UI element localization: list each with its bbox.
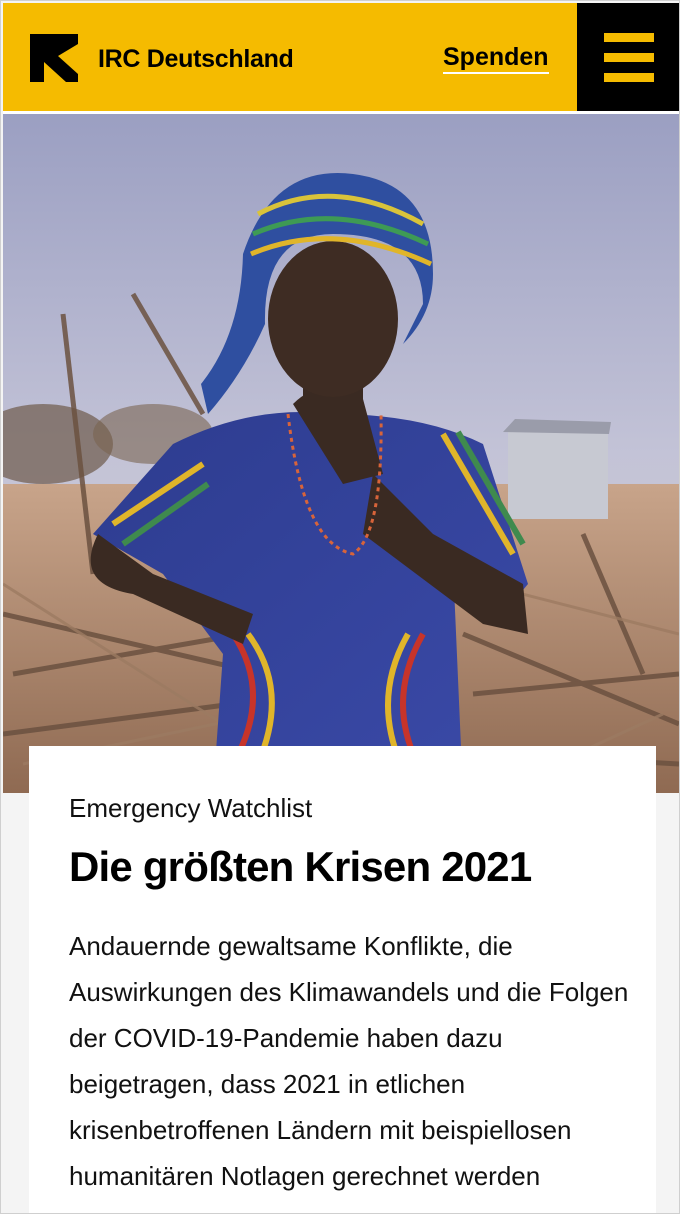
donate-link[interactable]: Spenden: [443, 44, 549, 74]
hero-image: [3, 114, 679, 793]
hero-photo: [3, 114, 679, 793]
menu-bar: [604, 73, 654, 82]
menu-bar: [604, 53, 654, 62]
menu-bar: [604, 33, 654, 42]
article-title[interactable]: Die größten Krisen 2021: [69, 843, 532, 891]
article-teaser: Andauernde gewaltsame Konflikte, die Aus…: [69, 931, 629, 1191]
brand-name[interactable]: IRC Deutschland: [98, 45, 294, 74]
article-category[interactable]: Emergency Watchlist: [69, 793, 312, 824]
article-card[interactable]: Emergency Watchlist Die größten Krisen 2…: [29, 746, 656, 1213]
hamburger-menu-icon[interactable]: [577, 3, 679, 111]
irc-logo-icon[interactable]: [30, 34, 78, 82]
page: IRC Deutschland Spenden Emergency Watchl…: [0, 0, 680, 1214]
